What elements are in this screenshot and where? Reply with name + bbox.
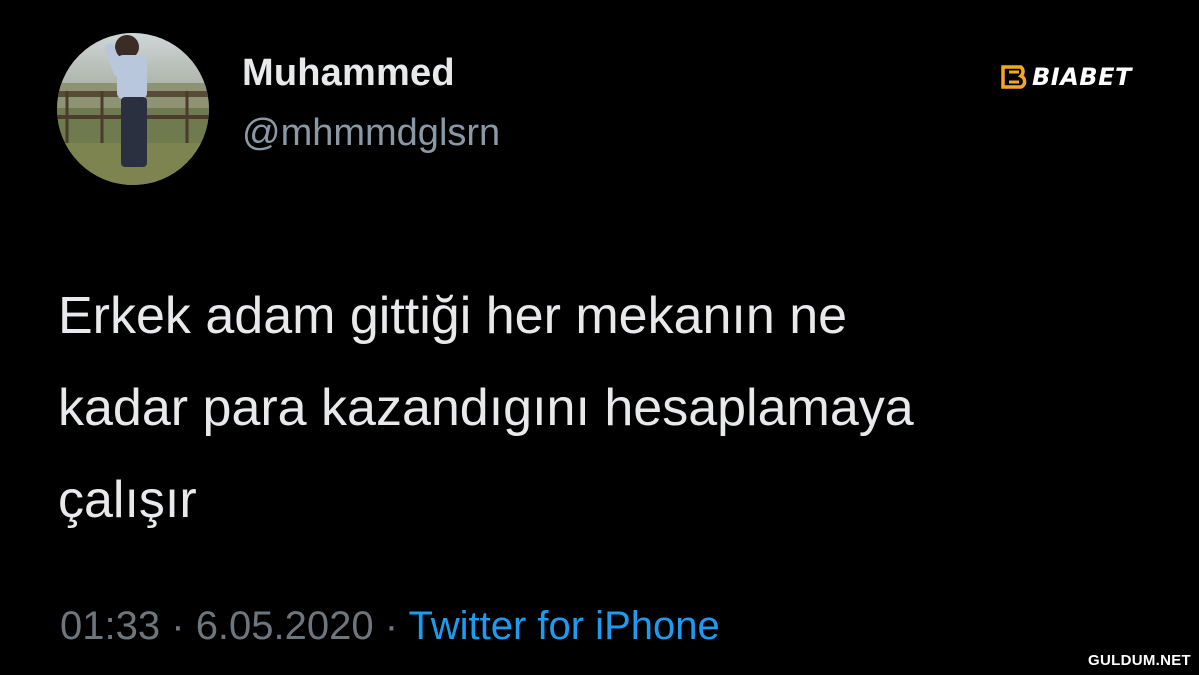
meta-separator: ·: [384, 604, 399, 648]
user-handle[interactable]: @mhmmdglsrn: [242, 112, 500, 155]
tweet-time[interactable]: 01:33: [60, 604, 160, 648]
site-watermark: GULDUM.NET: [1088, 652, 1191, 669]
tweet-text-line: çalışır: [58, 471, 197, 529]
profile-photo: [57, 33, 209, 185]
meta-separator: ·: [171, 604, 185, 648]
tweet-text-line: kadar para kazandıgını hesaplamaya: [58, 379, 914, 437]
tweet-source-link[interactable]: Twitter for iPhone: [408, 604, 719, 648]
biabet-logo-icon: [1001, 65, 1027, 89]
brand-logo: BIABET: [1001, 63, 1132, 91]
tweet-date[interactable]: 6.05.2020: [196, 604, 374, 648]
tweet-meta: 01:33 · 6.05.2020 · Twitter for iPhone: [60, 604, 720, 649]
brand-logo-text: BIABET: [1032, 63, 1132, 91]
tweet-text-line: Erkek adam gittiği her mekanın ne: [58, 287, 848, 345]
tweet-card: Muhammed @mhmmdglsrn BIABET Erkek adam g…: [0, 0, 1199, 675]
display-name[interactable]: Muhammed: [242, 52, 455, 95]
tweet-text: Erkek adam gittiği her mekanın ne kadar …: [58, 270, 1148, 546]
avatar[interactable]: [57, 33, 209, 185]
